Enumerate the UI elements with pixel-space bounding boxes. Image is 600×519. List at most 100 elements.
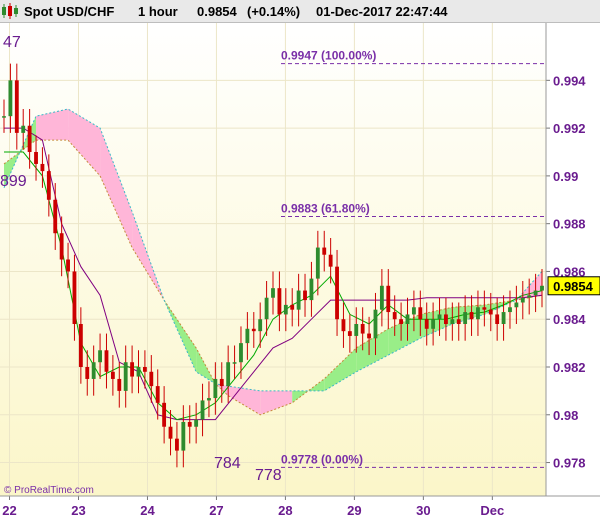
candle-body — [431, 319, 436, 329]
candle-body — [53, 199, 58, 234]
x-tick-label: Dec — [480, 503, 504, 518]
candle-body — [463, 312, 468, 324]
candle-body — [482, 307, 487, 310]
candle-body — [258, 319, 263, 332]
candle-body — [495, 314, 500, 324]
y-tick-label: 0.98 — [553, 408, 578, 423]
candle-body — [264, 297, 269, 320]
candle-body — [2, 116, 6, 118]
x-tick-label: 27 — [209, 503, 223, 518]
candle-body — [194, 419, 199, 427]
candle-body — [444, 314, 448, 324]
candle-body — [239, 343, 243, 363]
candle-body — [27, 125, 32, 152]
candle-body — [14, 80, 19, 133]
candle-body — [360, 324, 365, 334]
candle-body — [175, 438, 179, 451]
y-tick-label: 0.994 — [553, 73, 586, 88]
candle-body — [91, 362, 96, 379]
x-axis-panel — [0, 496, 600, 519]
extreme-annotation: 899 — [0, 173, 27, 190]
extreme-annotation: 778 — [255, 467, 282, 484]
candle-body — [347, 331, 352, 336]
candle-body — [226, 362, 231, 387]
candle-body — [424, 319, 429, 329]
y-axis-panel — [546, 23, 600, 496]
extreme-annotation: 784 — [214, 455, 241, 472]
candle-body — [117, 378, 122, 391]
candle-body — [476, 307, 480, 320]
candle-body — [514, 302, 519, 308]
candle-body — [322, 247, 327, 255]
candle-body — [501, 312, 506, 324]
candle-body — [181, 421, 186, 451]
candle-body — [232, 362, 237, 364]
price-chart[interactable]: 0.9947 (100.00%) 0.9883 (61.80%) 0.9778 (0… — [0, 0, 600, 519]
candle-body — [200, 400, 205, 420]
candle-body — [72, 271, 77, 324]
candle-body — [85, 367, 90, 379]
candle-body — [533, 290, 538, 296]
candle-body — [168, 426, 173, 439]
candle-body — [290, 304, 295, 310]
candle-body — [8, 80, 13, 117]
y-tick-label: 0.992 — [553, 121, 586, 136]
candle-body — [40, 163, 45, 172]
y-tick-label: 0.982 — [553, 360, 586, 375]
candle-body — [98, 350, 102, 363]
candle-body — [469, 312, 474, 320]
candle-body — [277, 288, 282, 315]
last-price-tag: 0.9854 — [547, 276, 600, 296]
candle-body — [213, 378, 218, 399]
candle-body — [520, 297, 525, 303]
x-tick-label: 29 — [347, 503, 361, 518]
candle-body — [149, 371, 154, 387]
price-tag-label: 0.9854 — [553, 279, 594, 294]
y-tick-label: 0.978 — [553, 456, 586, 471]
fib-label: 0.9947 (100.00%) — [281, 49, 376, 63]
candle-body — [379, 285, 384, 310]
candle-body — [34, 152, 38, 164]
candle-body — [245, 328, 250, 344]
candle-body — [104, 350, 109, 372]
candle-body — [341, 319, 346, 332]
candle-body — [187, 421, 192, 427]
chart-window: Spot USD/CHF 1 hour 0.9854 (+0.14%) 01-D… — [0, 0, 600, 519]
candle-body — [296, 290, 301, 310]
candle-body — [399, 319, 404, 324]
candle-body — [162, 402, 167, 427]
candle-body — [405, 314, 410, 324]
candle-body — [386, 285, 391, 313]
candle-body — [110, 371, 115, 379]
watermark: © ProRealTime.com — [4, 485, 94, 496]
candle-body — [418, 307, 423, 320]
candle-body — [488, 309, 493, 315]
candle-body — [123, 362, 128, 391]
candle-body — [46, 171, 51, 200]
candle-body — [207, 398, 211, 401]
candle-body — [392, 312, 397, 320]
candle-body — [130, 362, 135, 377]
candle-body — [309, 278, 314, 301]
y-tick-label: 0.984 — [553, 312, 586, 327]
candle-body — [456, 319, 461, 324]
candle-body — [328, 254, 333, 267]
extreme-annotation: 47 — [3, 34, 21, 51]
x-tick-label: 28 — [278, 503, 292, 518]
candle-body — [21, 125, 26, 133]
candle-body — [373, 309, 378, 339]
candle-body — [136, 367, 141, 377]
candle-body — [367, 333, 371, 339]
candle-body — [59, 233, 64, 260]
candle-body — [437, 314, 442, 320]
candle-body — [450, 319, 455, 324]
candle-body — [78, 324, 83, 367]
candle-body — [66, 259, 70, 272]
y-tick-label: 0.99 — [553, 169, 578, 184]
candle-body — [508, 307, 512, 313]
candle-body — [315, 247, 320, 279]
candle-body — [527, 295, 532, 298]
fib-label: 0.9883 (61.80%) — [281, 202, 370, 216]
candle-body — [271, 288, 275, 298]
candle-body — [251, 328, 256, 332]
